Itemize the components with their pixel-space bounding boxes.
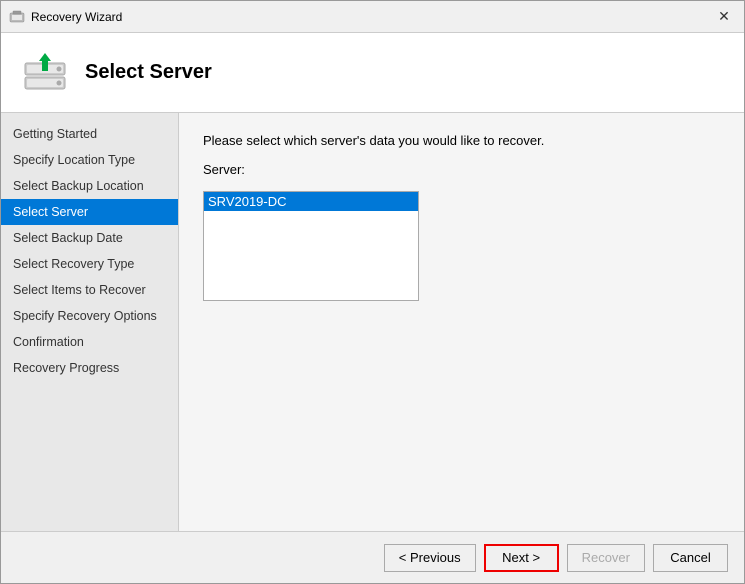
wizard-icon bbox=[9, 9, 25, 25]
sidebar-item-select-items-to-recover[interactable]: Select Items to Recover bbox=[1, 277, 178, 303]
sidebar-item-select-backup-date[interactable]: Select Backup Date bbox=[1, 225, 178, 251]
next-button[interactable]: Next > bbox=[484, 544, 559, 572]
sidebar-item-specify-location-type[interactable]: Specify Location Type bbox=[1, 147, 178, 173]
sidebar: Getting Started Specify Location Type Se… bbox=[1, 113, 179, 531]
recover-button[interactable]: Recover bbox=[567, 544, 645, 572]
sidebar-item-recovery-progress[interactable]: Recovery Progress bbox=[1, 355, 178, 381]
sidebar-item-select-recovery-type[interactable]: Select Recovery Type bbox=[1, 251, 178, 277]
wizard-header: Select Server bbox=[1, 33, 744, 113]
sidebar-item-select-backup-location[interactable]: Select Backup Location bbox=[1, 173, 178, 199]
sidebar-item-getting-started[interactable]: Getting Started bbox=[1, 121, 178, 147]
wizard-body: Getting Started Specify Location Type Se… bbox=[1, 113, 744, 531]
title-bar-left: Recovery Wizard bbox=[9, 9, 122, 25]
title-bar-text: Recovery Wizard bbox=[31, 10, 122, 24]
sidebar-item-select-server[interactable]: Select Server bbox=[1, 199, 178, 225]
header-icon bbox=[21, 49, 69, 97]
server-label: Server: bbox=[203, 162, 720, 177]
server-listbox-item[interactable]: SRV2019-DC bbox=[204, 192, 418, 211]
main-description: Please select which server's data you wo… bbox=[203, 133, 720, 148]
wizard-footer: < Previous Next > Recover Cancel bbox=[1, 531, 744, 583]
previous-button[interactable]: < Previous bbox=[384, 544, 476, 572]
sidebar-item-specify-recovery-options[interactable]: Specify Recovery Options bbox=[1, 303, 178, 329]
page-title: Select Server bbox=[85, 61, 212, 84]
close-button[interactable]: ✕ bbox=[712, 5, 736, 29]
recovery-wizard-dialog: Recovery Wizard ✕ Select Server Getting … bbox=[0, 0, 745, 584]
sidebar-item-confirmation[interactable]: Confirmation bbox=[1, 329, 178, 355]
main-content: Please select which server's data you wo… bbox=[179, 113, 744, 531]
title-bar: Recovery Wizard ✕ bbox=[1, 1, 744, 33]
cancel-button[interactable]: Cancel bbox=[653, 544, 728, 572]
server-listbox[interactable]: SRV2019-DC bbox=[203, 191, 419, 301]
